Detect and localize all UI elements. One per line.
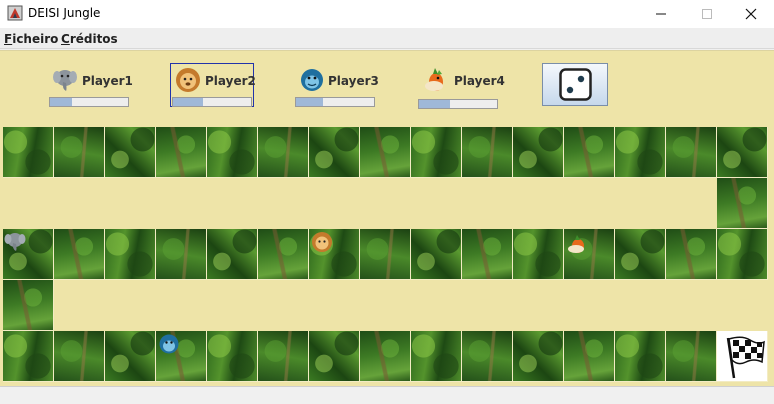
board-cell [462,127,513,178]
board-cell [666,331,717,382]
title-bar: DEISI Jungle [0,0,774,28]
board-cell [360,229,411,280]
player-name-4: Player4 [454,74,505,88]
monkey-icon [301,69,323,91]
board-cell [258,229,309,280]
bird-icon [568,235,584,253]
dice-icon [558,68,592,101]
board-cell [258,331,309,382]
board-cell [360,127,411,178]
board-cell [3,280,54,331]
maximize-button[interactable] [684,0,730,28]
board-cell [105,127,156,178]
player-name-2: Player2 [205,74,256,88]
board-cell-player4 [564,229,615,280]
board-cell [105,331,156,382]
board-cell [309,331,360,382]
player-name-1: Player1 [82,74,133,88]
board-cell [666,229,717,280]
board-cell [717,229,768,280]
lion-icon [176,68,200,92]
board-cell-player1 [3,229,54,280]
close-icon [745,8,757,20]
board-cell [207,229,258,280]
board-cell [105,229,156,280]
menu-ficheiro-label: icheiro [12,32,59,46]
elephant-icon [4,233,26,251]
board-cell [3,331,54,382]
monkey-icon [159,334,179,354]
status-bar [0,386,774,404]
player-energy-bar-1 [49,97,129,107]
board-cell [462,331,513,382]
board-cell [360,331,411,382]
elephant-icon [53,70,77,91]
player-energy-bar-4 [418,99,498,109]
board-cell [513,229,564,280]
minimize-button[interactable] [638,0,684,28]
menu-creditos[interactable]: Créditos [61,32,118,46]
board-cell-player2 [309,229,360,280]
board-cell [3,127,54,178]
player-energy-fill-2 [173,98,203,106]
minimize-icon [656,13,666,15]
board-cell [615,331,666,382]
app-icon [7,5,23,21]
board-cell [564,331,615,382]
board-cell [513,127,564,178]
window-title: DEISI Jungle [28,6,101,20]
player-energy-bar-2 [172,97,252,107]
board-cell [513,331,564,382]
board-cell [717,178,768,229]
roll-dice-button[interactable] [542,63,608,106]
board-cell [54,229,105,280]
maximize-icon [702,9,712,19]
menu-ficheiro-mnemonic: F [4,32,13,46]
board-cell [54,127,105,178]
board-cell [207,127,258,178]
menu-creditos-mnemonic: C [61,32,70,46]
board-cell [156,229,207,280]
board-cell [666,127,717,178]
board-cell [615,229,666,280]
checkered-flag-icon [726,336,765,379]
board-cell [564,127,615,178]
menu-ficheiro[interactable]: Ficheiro [4,32,58,46]
board-cell [717,127,768,178]
player-energy-bar-3 [295,97,375,107]
close-button[interactable] [728,0,774,28]
player-energy-fill-3 [296,98,324,106]
board-cell-player3 [156,331,207,382]
player-energy-fill-4 [419,100,451,108]
board-cell [156,127,207,178]
board-cell [462,229,513,280]
board-cell [411,127,462,178]
board-cell-finish [717,331,768,382]
player-name-3: Player3 [328,74,379,88]
board-cell [411,229,462,280]
menu-bar: Ficheiro Créditos [0,28,774,49]
menu-creditos-label: réditos [69,32,118,46]
board-cell [207,331,258,382]
board-cell [615,127,666,178]
board-cell [411,331,462,382]
player-energy-fill-1 [50,98,72,106]
lion-icon [312,232,332,252]
board-cell [258,127,309,178]
board-cell [54,331,105,382]
board-cell [309,127,360,178]
bird-icon [425,68,443,91]
